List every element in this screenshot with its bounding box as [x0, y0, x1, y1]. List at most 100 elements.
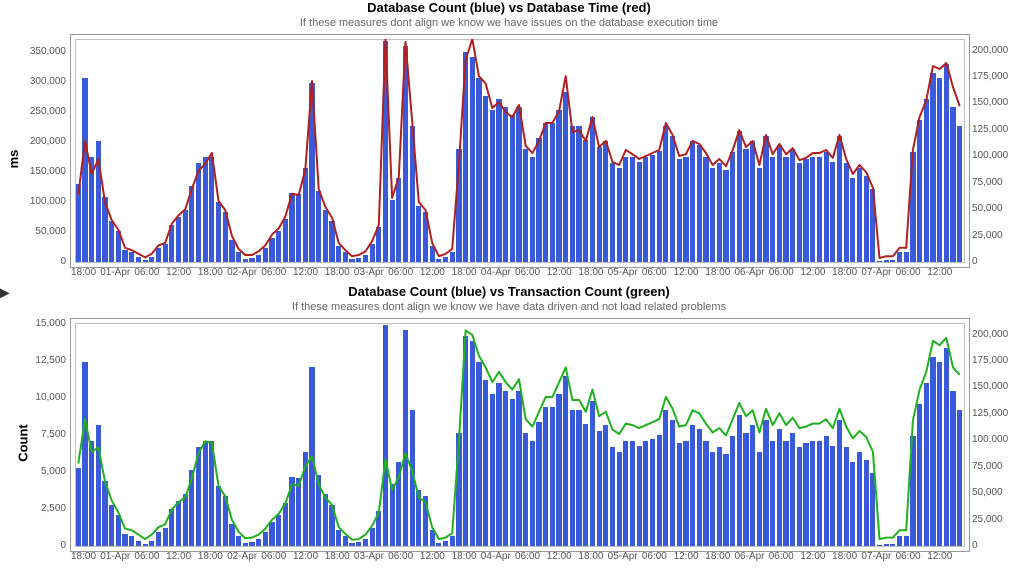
y-tick-left: 0	[60, 541, 66, 551]
bar	[690, 425, 695, 547]
y-tick-right: 50,000	[972, 488, 1003, 498]
bar	[196, 447, 201, 547]
bar	[590, 117, 595, 263]
bar	[877, 545, 882, 547]
bar	[957, 126, 962, 263]
bar	[410, 126, 415, 263]
bar	[536, 422, 541, 547]
bar	[650, 155, 655, 263]
bar	[897, 252, 902, 263]
x-tick: 12:00	[927, 268, 952, 278]
bar	[957, 410, 962, 547]
bar	[790, 433, 795, 547]
x-tick: 18:00	[832, 552, 857, 562]
bar	[590, 401, 595, 547]
y-tick-right: 175,000	[972, 72, 1008, 82]
bar	[944, 64, 949, 263]
bar	[356, 258, 361, 263]
bar	[783, 157, 788, 263]
x-tick: 18:00	[198, 552, 223, 562]
bar	[717, 447, 722, 547]
y-tick-left: 150,000	[30, 167, 66, 177]
bar	[837, 136, 842, 263]
bar	[122, 534, 127, 547]
bar	[750, 425, 755, 547]
bar	[777, 145, 782, 263]
bar	[777, 429, 782, 547]
bar	[904, 536, 909, 547]
bar	[663, 410, 668, 547]
x-tick: 06:00	[642, 268, 667, 278]
bar	[763, 136, 768, 263]
x-tick: 12:00	[800, 552, 825, 562]
bar	[530, 157, 535, 263]
bar	[276, 515, 281, 547]
x-tick: 12:00	[547, 268, 572, 278]
bar	[336, 246, 341, 263]
bar	[597, 147, 602, 263]
bar	[703, 441, 708, 547]
bar	[617, 452, 622, 547]
bar	[203, 157, 208, 263]
x-tick: 07-Apr	[861, 268, 891, 278]
bar	[129, 252, 134, 263]
y-tick-right: 25,000	[972, 515, 1003, 525]
y-tick-right: 50,000	[972, 204, 1003, 214]
bar	[430, 246, 435, 263]
bar	[416, 206, 421, 263]
bar	[450, 252, 455, 263]
bar	[76, 184, 81, 263]
x-tick: 06:00	[388, 552, 413, 562]
bar	[770, 157, 775, 263]
bar	[510, 115, 515, 263]
x-tick: 18:00	[71, 552, 96, 562]
bar	[783, 441, 788, 547]
bar	[122, 250, 127, 263]
bar	[937, 78, 942, 263]
y-tick-right: 200,000	[972, 46, 1008, 56]
bar	[710, 452, 715, 547]
bar	[243, 259, 248, 263]
bar	[356, 542, 361, 547]
bar	[516, 107, 521, 263]
x-tick: 18:00	[578, 268, 603, 278]
bar	[864, 460, 869, 547]
bar	[436, 259, 441, 263]
x-tick: 06:00	[769, 552, 794, 562]
bar	[730, 436, 735, 547]
bar	[456, 149, 461, 263]
y-tick-right: 100,000	[972, 435, 1008, 445]
bar	[810, 441, 815, 547]
y-tick-left: 100,000	[30, 197, 66, 207]
bar	[750, 141, 755, 263]
bar	[209, 157, 214, 263]
bar	[256, 255, 261, 263]
bar	[263, 248, 268, 263]
bar	[610, 447, 615, 547]
y-tick-left: 2,500	[41, 504, 66, 514]
bar	[670, 420, 675, 547]
y-tick-right: 0	[972, 541, 978, 551]
bar	[950, 107, 955, 263]
bar	[349, 543, 354, 547]
bar	[910, 152, 915, 263]
bar	[456, 433, 461, 547]
bar	[743, 149, 748, 263]
bar	[697, 429, 702, 547]
bar	[930, 357, 935, 547]
x-tick: 03-Apr	[354, 268, 384, 278]
bar	[550, 407, 555, 547]
bar	[329, 221, 334, 263]
bar	[303, 168, 308, 263]
bar	[643, 441, 648, 547]
bar	[129, 536, 134, 547]
bar	[136, 257, 141, 263]
chart-subtitle: If these measures dont align we know we …	[0, 16, 1018, 30]
bar	[329, 505, 334, 547]
bar	[476, 78, 481, 263]
bar	[163, 528, 168, 547]
bar	[289, 193, 294, 263]
bar	[183, 210, 188, 263]
bar	[423, 496, 428, 547]
x-tick: 18:00	[832, 268, 857, 278]
